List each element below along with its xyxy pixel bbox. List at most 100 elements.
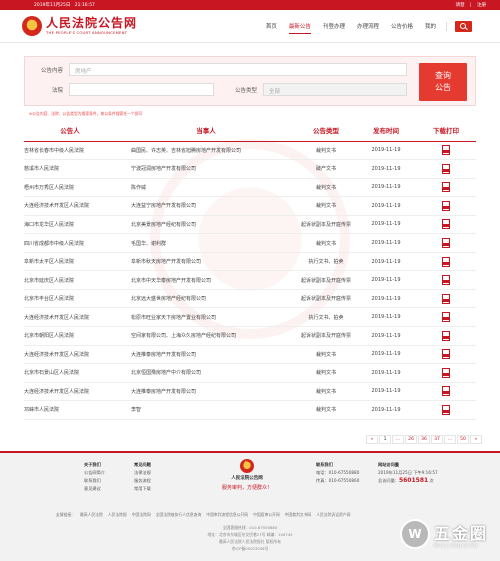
content-input[interactable]: 房地产	[69, 63, 407, 76]
pdf-download-icon[interactable]	[442, 404, 450, 415]
footer-link[interactable]: 常用下载	[134, 485, 151, 493]
friend-link[interactable]: 全国法院被执行人信息查询	[156, 512, 202, 517]
pdf-download-icon[interactable]	[442, 238, 450, 248]
page-link[interactable]: »	[470, 435, 482, 444]
pdf-download-icon[interactable]	[442, 200, 450, 211]
friend-links: 友情链接： 最高人民法院 人民法院报 中国法院网 全国法院被执行人信息查询 中国审判流程信…	[56, 512, 355, 518]
query-button[interactable]: 查询 公告	[419, 63, 467, 101]
type-cell: 裁判文书	[296, 233, 356, 253]
publisher-cell: 大连经济技术开发区人民法院	[24, 196, 116, 216]
party-cell: 空间家有限公司、上海众久房地产经纪有限公司	[116, 326, 296, 346]
pdf-download-icon[interactable]	[442, 386, 450, 397]
page-link[interactable]: «	[366, 435, 378, 444]
party-cell: 大连益宁房地产开发有限公司	[116, 196, 296, 216]
date-cell: 2019-11-19	[356, 178, 416, 198]
date-cell: 2019-11-19	[356, 215, 416, 235]
logo-title: 人民法院公告网	[46, 16, 138, 30]
type-cell: 裁判文书	[296, 382, 356, 402]
current-date: 2019年11月25日	[34, 3, 71, 8]
pdf-download-icon[interactable]	[442, 367, 450, 378]
party-cell: 北京美景房地产经纪有限公司	[116, 215, 296, 235]
date-cell: 2019-11-19	[356, 252, 416, 272]
date-cell: 2019-11-19	[356, 141, 416, 161]
publisher-cell: 四川省成都市中级人民法院	[24, 233, 116, 253]
footer-link[interactable]: 公告网简介	[84, 469, 105, 477]
table-row: 梧州市万秀区人民法院 陈作威 裁判文书 2019-11-19	[24, 178, 476, 198]
publisher-cell: 慈溪市人民法院	[24, 159, 116, 179]
friend-link[interactable]: 人民法院报	[108, 512, 127, 517]
page-link[interactable]: ...	[444, 435, 456, 444]
page-link[interactable]: 50	[457, 435, 469, 444]
col-party: 当事人	[116, 119, 296, 142]
footer-logo: 人民法院公告网 服务审判，方便群众！	[222, 459, 272, 491]
type-cell: 起诉状副本及开庭传票	[296, 270, 356, 290]
nav-home[interactable]: 首页	[266, 19, 277, 33]
party-cell: 毛国华、谢利群	[116, 233, 296, 253]
pdf-download-icon[interactable]	[442, 330, 450, 341]
pdf-download-icon[interactable]	[442, 275, 450, 286]
type-cell: 裁判文书	[296, 196, 356, 216]
footer-link[interactable]: 法律法规	[134, 469, 151, 477]
nav-price[interactable]: 公告价格	[391, 19, 413, 33]
download-cell	[416, 382, 476, 402]
pdf-download-icon[interactable]	[442, 349, 450, 360]
site-logo[interactable]: 人民法院公告网 THE PEOPLE'S COURT ANNOUNCEMENT	[22, 16, 137, 36]
table-row: 北京市朝阳区人民法院 空间家有限公司、上海众久房地产经纪有限公司 起诉状副本及开庭传…	[24, 326, 476, 346]
party-cell: 大连推泰房地产开发有限公司	[116, 345, 296, 365]
friend-link[interactable]: 中国法院网	[132, 512, 151, 517]
download-cell	[416, 233, 476, 253]
nav-mine[interactable]: 我的	[425, 19, 436, 33]
pdf-download-icon[interactable]	[442, 163, 450, 174]
footer-link[interactable]: 意见建议	[84, 485, 105, 493]
search-hint: ※公告内容、法院、公告类型为搜索条件，按以条件搜索任一个即可	[29, 111, 143, 116]
page-link[interactable]: 36	[418, 435, 430, 444]
party-cell: 北京市中天华泰房地产开发有限公司	[116, 270, 296, 290]
friend-link[interactable]: 最高人民法院	[80, 512, 103, 517]
date-cell: 2019-11-19	[356, 159, 416, 179]
pdf-download-icon[interactable]	[442, 312, 450, 323]
page-link[interactable]: ...	[392, 435, 404, 444]
pdf-download-icon[interactable]	[442, 256, 450, 267]
login-link[interactable]: 请登	[456, 3, 465, 8]
footer-link[interactable]: 服务流程	[134, 477, 151, 485]
search-icon[interactable]	[455, 20, 472, 32]
friend-link[interactable]: 人民法院诉讼资产网	[316, 512, 350, 517]
site-watermark: W 五金圈 WUJINQUAN	[399, 519, 488, 549]
party-cell: 宁波冠润房地产开发有限公司	[116, 159, 296, 179]
court-label: 法院	[51, 88, 63, 94]
friend-link[interactable]: 中国裁判文书网	[285, 512, 312, 517]
current-time: 21:16:57	[74, 3, 95, 8]
pdf-download-icon[interactable]	[442, 219, 450, 230]
publisher-cell: 北京市延庆区人民法院	[24, 270, 116, 290]
nav-process[interactable]: 办理流程	[357, 19, 379, 33]
pdf-download-icon[interactable]	[442, 182, 450, 193]
watermark-logo-icon: W	[399, 519, 430, 549]
date-time: 2019年11月25日 21:16:57	[34, 2, 95, 8]
date-cell: 2019-11-19	[356, 363, 416, 383]
friend-link[interactable]: 中国审判流程信息公开网	[206, 512, 248, 517]
nav-latest-announcements[interactable]: 最新公告	[288, 19, 311, 34]
pdf-download-icon[interactable]	[442, 293, 450, 304]
download-cell	[416, 178, 476, 198]
page-link[interactable]: 26	[405, 435, 417, 444]
friend-link[interactable]: 中国庭审公开网	[253, 512, 280, 517]
publisher-cell: 阜新市太平区人民法院	[24, 252, 116, 272]
date-cell: 2019-11-19	[356, 345, 416, 365]
register-link[interactable]: 注册	[477, 3, 486, 8]
publisher-cell: 大连经济技术开发区人民法院	[24, 382, 116, 402]
type-select[interactable]: 全部	[263, 83, 407, 96]
type-cell: 起诉状副本及开庭传票	[296, 215, 356, 235]
page-link[interactable]: 1	[379, 435, 391, 444]
table-row: 北京市石景山区人民法院 北京恒国豫房地产中介有限公司 裁判文书 2019-11-19	[24, 363, 476, 383]
type-cell: 执行文书、拍卖	[296, 252, 356, 272]
publisher-cell: 梧州市万秀区人民法院	[24, 178, 116, 198]
type-label: 公告类型	[234, 88, 257, 94]
court-emblem-icon	[22, 16, 42, 36]
pdf-download-icon[interactable]	[442, 145, 450, 156]
nav-publish[interactable]: 刊登办理	[323, 19, 345, 33]
court-input[interactable]	[69, 83, 214, 96]
footer-link[interactable]: 联系我们	[84, 477, 105, 485]
page-link[interactable]: 37	[431, 435, 443, 444]
table-row: 大连经济技术开发区人民法院 大连推泰房地产开发有限公司 裁判文书 2019-11-19	[24, 382, 476, 402]
table-row: 大连经济技术开发区人民法院 松原市旺业家天下房地产置业有限公司 执行文书、拍卖 201…	[24, 307, 476, 327]
